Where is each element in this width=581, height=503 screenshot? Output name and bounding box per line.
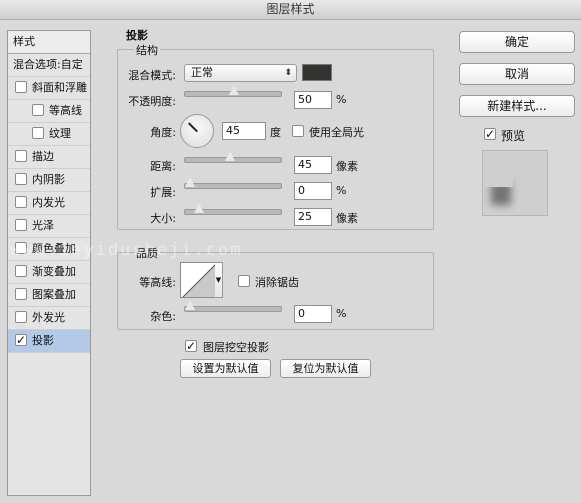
checkmark-icon: ✓ — [485, 127, 496, 141]
style-list-item-label: 纹理 — [49, 127, 71, 140]
noise-label: 杂色: — [150, 310, 176, 323]
blend-mode-value: 正常 — [191, 66, 213, 79]
style-list-item[interactable]: 内发光 — [8, 192, 90, 215]
new-style-button[interactable]: 新建样式... — [459, 95, 575, 117]
angle-input[interactable]: 45 — [222, 122, 266, 140]
size-label: 大小: — [150, 212, 176, 225]
global-light-label: 使用全局光 — [309, 126, 364, 139]
style-list-items: 斜面和浮雕 等高线 纹理 描边 内阴影 内发光 光泽 颜色叠加 渐变叠加 图案叠加 外发光 ✓ 投影 — [8, 77, 90, 353]
antialias-label: 消除锯齿 — [255, 276, 299, 289]
style-checkbox[interactable] — [15, 288, 27, 300]
style-checkbox[interactable] — [32, 104, 44, 116]
distance-unit: 像素 — [336, 160, 358, 173]
style-list-item-label: 光泽 — [32, 219, 54, 232]
make-default-button[interactable]: 设置为默认值 — [180, 359, 271, 378]
watermark-text: www.ieyidusheji.com — [10, 240, 243, 260]
style-list-item[interactable]: 图案叠加 — [8, 284, 90, 307]
contour-label: 等高线: — [139, 276, 176, 289]
noise-unit: % — [336, 307, 347, 320]
checkmark-icon: ✓ — [186, 339, 197, 353]
distance-input[interactable]: 45 — [294, 156, 332, 174]
knockout-label: 图层挖空投影 — [203, 341, 269, 354]
spread-label: 扩展: — [150, 186, 176, 199]
angle-unit: 度 — [270, 126, 281, 139]
style-list-item[interactable]: 等高线 — [8, 100, 90, 123]
shadow-color-swatch[interactable] — [302, 64, 332, 81]
preview-label: 预览 — [501, 129, 526, 143]
spread-slider[interactable] — [184, 178, 282, 189]
style-list-item-label: 描边 — [32, 150, 54, 163]
preview-checkbox[interactable]: ✓ — [484, 128, 496, 140]
contour-picker[interactable] — [180, 262, 216, 298]
opacity-input[interactable]: 50 — [294, 91, 332, 109]
style-list-item[interactable]: 描边 — [8, 146, 90, 169]
style-list-item[interactable]: 纹理 — [8, 123, 90, 146]
style-checkbox[interactable] — [15, 196, 27, 208]
layer-style-dialog: 图层样式 样式 混合选项:自定 斜面和浮雕 等高线 纹理 描边 内阴影 内发光 光泽 颜色叠加… — [0, 0, 581, 503]
antialias-checkbox[interactable] — [238, 275, 250, 287]
angle-dial-needle — [187, 122, 198, 133]
spread-unit: % — [336, 184, 347, 197]
style-checkbox[interactable] — [15, 265, 27, 277]
structure-group-label: 结构 — [134, 42, 160, 58]
style-checkbox[interactable] — [15, 311, 27, 323]
spread-slider-thumb[interactable] — [185, 178, 195, 187]
style-list-item-label: 内阴影 — [32, 173, 65, 186]
style-checkbox[interactable] — [15, 150, 27, 162]
style-list-item-label: 内发光 — [32, 196, 65, 209]
style-list-header[interactable]: 样式 — [8, 31, 90, 54]
knockout-checkbox[interactable]: ✓ — [185, 340, 197, 352]
style-list-item-label: 图案叠加 — [32, 288, 76, 301]
style-list-item[interactable]: 光泽 — [8, 215, 90, 238]
distance-slider-thumb[interactable] — [224, 152, 235, 161]
checkmark-icon: ✓ — [16, 333, 27, 347]
distance-label: 距离: — [150, 160, 176, 173]
style-list: 样式 混合选项:自定 斜面和浮雕 等高线 纹理 描边 内阴影 内发光 光泽 颜色叠加 渐变叠加图… — [7, 30, 91, 496]
style-list-item-label: 外发光 — [32, 311, 65, 324]
angle-dial[interactable] — [180, 114, 214, 148]
size-input[interactable]: 25 — [294, 208, 332, 226]
size-slider-thumb[interactable] — [193, 204, 204, 213]
ok-button[interactable]: 确定 — [459, 31, 575, 53]
section-title: 投影 — [126, 29, 148, 42]
style-list-item-label: 斜面和浮雕 — [32, 81, 87, 94]
cancel-button[interactable]: 取消 — [459, 63, 575, 85]
style-list-item[interactable]: 斜面和浮雕 — [8, 77, 90, 100]
noise-slider-thumb[interactable] — [185, 301, 195, 310]
angle-label: 角度: — [150, 126, 176, 139]
opacity-slider-thumb[interactable] — [229, 86, 239, 95]
contour-linear-icon — [182, 264, 215, 297]
preview-thumbnail — [482, 150, 548, 216]
select-arrows-icon: ⬍ — [284, 68, 292, 78]
distance-slider[interactable] — [184, 152, 282, 163]
style-list-item-label: 渐变叠加 — [32, 265, 76, 278]
opacity-slider[interactable] — [184, 86, 282, 97]
style-checkbox[interactable] — [32, 127, 44, 139]
blend-mode-label: 混合模式: — [128, 69, 176, 82]
window-title: 图层样式 — [0, 0, 581, 20]
blend-options-item[interactable]: 混合选项:自定 — [8, 54, 90, 77]
preview-shadow-image — [483, 151, 513, 205]
opacity-label: 不透明度: — [128, 95, 176, 108]
style-checkbox[interactable]: ✓ — [15, 334, 27, 346]
style-list-item-label: 投影 — [32, 334, 54, 347]
noise-slider[interactable] — [184, 301, 282, 312]
opacity-unit: % — [336, 93, 347, 106]
noise-input[interactable]: 0 — [294, 305, 332, 323]
style-list-item[interactable]: ✓ 投影 — [8, 330, 90, 353]
style-checkbox[interactable] — [15, 81, 27, 93]
style-checkbox[interactable] — [15, 219, 27, 231]
style-list-item[interactable]: 内阴影 — [8, 169, 90, 192]
size-unit: 像素 — [336, 212, 358, 225]
style-list-item-label: 等高线 — [49, 104, 82, 117]
style-list-item[interactable]: 外发光 — [8, 307, 90, 330]
blend-mode-select[interactable]: 正常 ⬍ — [184, 64, 297, 82]
reset-default-button[interactable]: 复位为默认值 — [280, 359, 371, 378]
contour-dropdown-arrow[interactable]: ▼ — [215, 262, 223, 298]
spread-input[interactable]: 0 — [294, 182, 332, 200]
global-light-checkbox[interactable] — [292, 125, 304, 137]
style-checkbox[interactable] — [15, 173, 27, 185]
size-slider[interactable] — [184, 204, 282, 215]
style-list-item[interactable]: 渐变叠加 — [8, 261, 90, 284]
